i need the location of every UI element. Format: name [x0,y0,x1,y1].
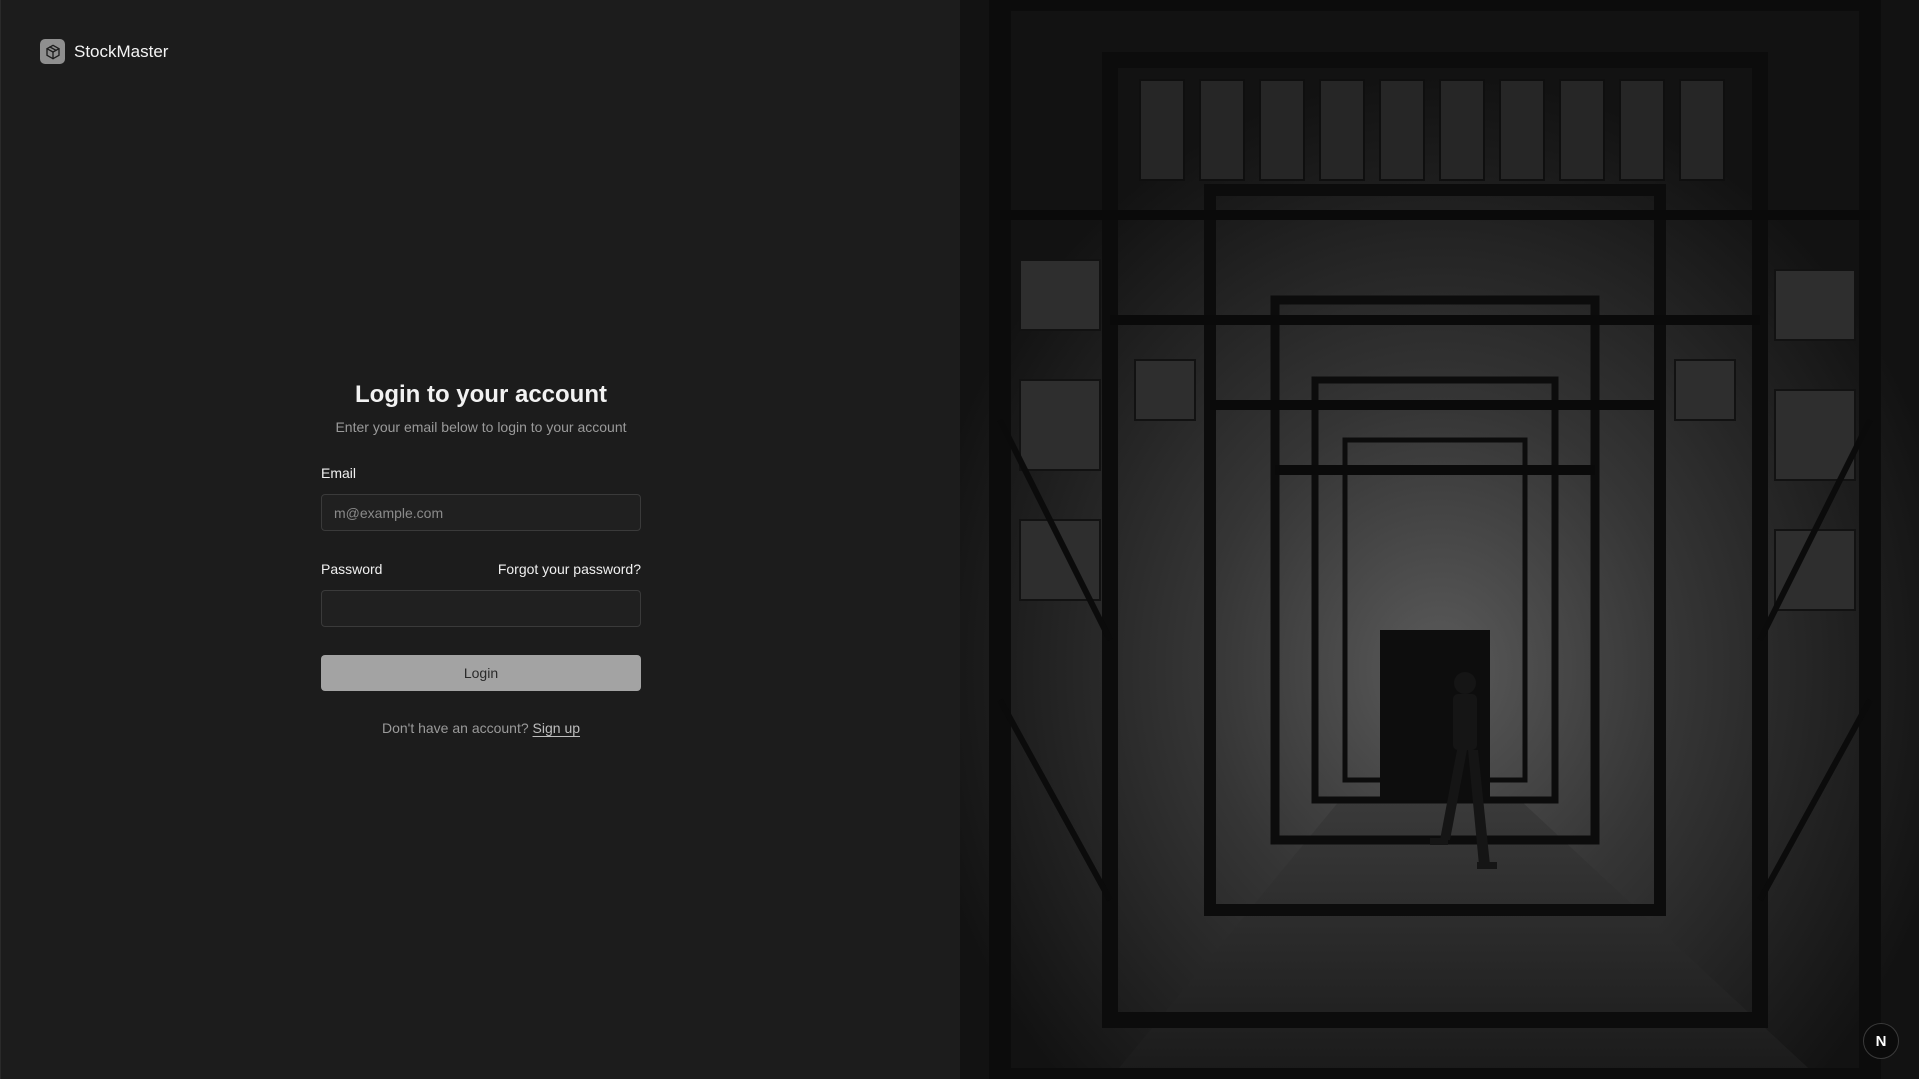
forgot-password-link[interactable]: Forgot your password? [498,561,641,577]
warehouse-photo [960,0,1919,1079]
brand-name: StockMaster [74,41,169,61]
login-form: Login to your account Enter your email b… [321,380,641,736]
login-button[interactable]: Login [321,655,641,691]
signup-link[interactable]: Sign up [533,720,580,736]
page-subtitle: Enter your email below to login to your … [335,419,627,435]
brand[interactable]: StockMaster [40,39,168,64]
warehouse-image-panel: N [960,0,1919,1079]
login-panel: StockMaster Login to your account Enter … [0,0,960,1079]
package-box-icon [40,39,65,64]
login-page: StockMaster Login to your account Enter … [0,0,1919,1079]
nextjs-icon[interactable]: N [1863,1023,1899,1059]
email-field[interactable] [321,494,641,531]
page-title: Login to your account [355,381,607,408]
signup-prompt: Don't have an account? [381,720,529,736]
password-label: Password [321,561,383,577]
email-label: Email [321,465,357,481]
signup-line: Don't have an account? Sign up [321,720,641,736]
password-field[interactable] [321,590,641,627]
password-label-row: Password Forgot your password? [321,561,641,577]
